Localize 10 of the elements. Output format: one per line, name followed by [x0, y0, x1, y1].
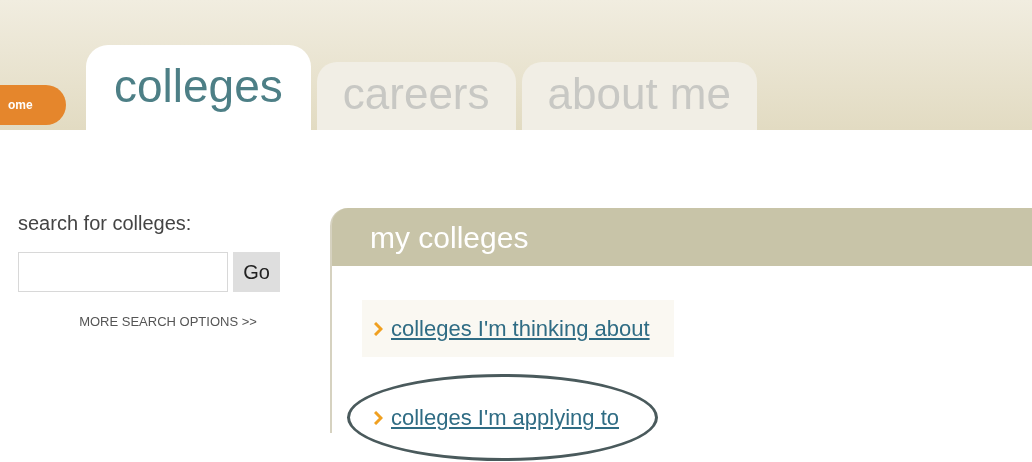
link[interactable]: colleges I'm thinking about: [391, 312, 650, 345]
search-field[interactable]: [18, 252, 228, 292]
link[interactable]: colleges I'm applying to: [391, 401, 619, 434]
chevron-icon: [374, 410, 383, 425]
search-label: search for colleges:: [18, 211, 193, 236]
go-button[interactable]: Go: [233, 252, 280, 292]
chevron-icon: [374, 321, 383, 336]
more-search-options-link[interactable]: MORE SEARCH OPTIONS >>: [79, 312, 257, 332]
tab[interactable]: colleges: [86, 45, 311, 130]
panel-title: my colleges: [370, 219, 529, 256]
